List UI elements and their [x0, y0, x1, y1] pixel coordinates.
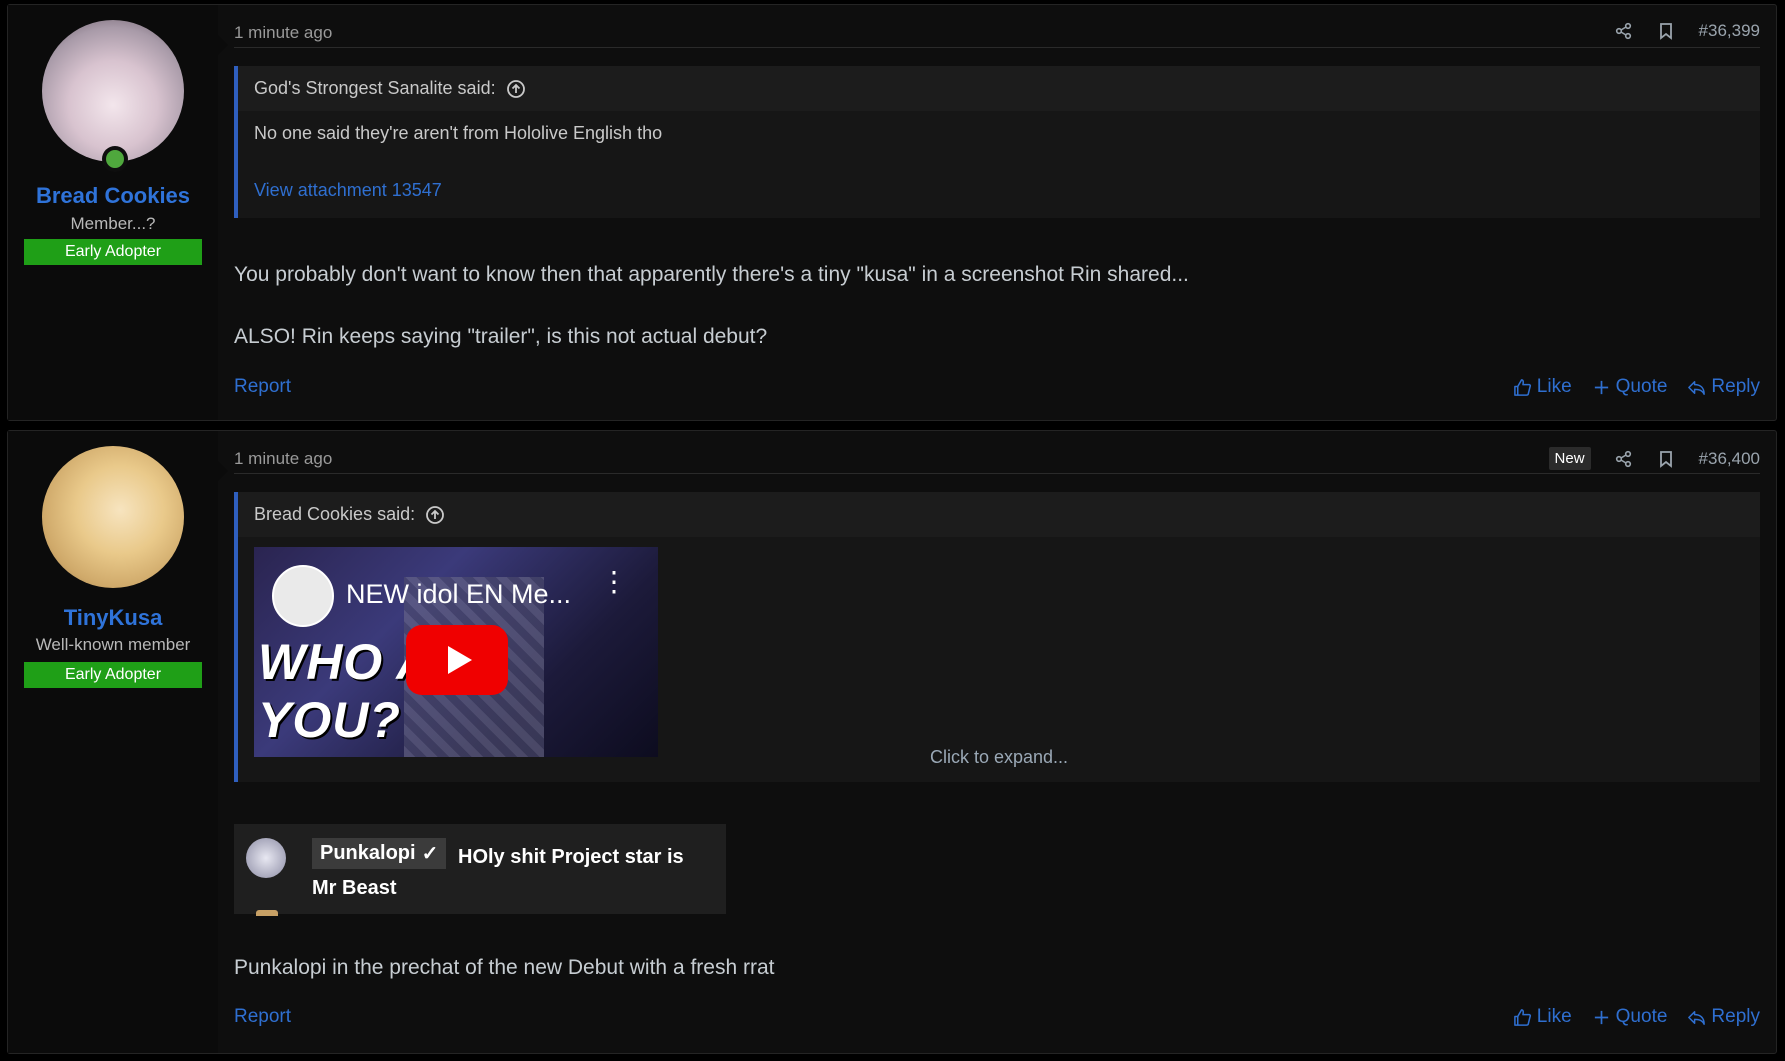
user-banner: Early Adopter — [24, 239, 202, 265]
play-icon[interactable] — [406, 625, 508, 695]
reply-icon — [1688, 1010, 1706, 1025]
quote-label: Quote — [1615, 1006, 1668, 1027]
chat-avatar — [246, 838, 286, 878]
youtube-video-embed[interactable]: NEW idol EN Me... ⋮ WHO ARE YOU? — [254, 547, 658, 757]
post-timestamp[interactable]: 1 minute ago — [234, 23, 332, 43]
quote-header: Bread Cookies said: — [238, 492, 1760, 537]
quote-text: No one said they're aren't from Hololive… — [254, 123, 663, 143]
reply-label: Reply — [1711, 376, 1760, 397]
username[interactable]: TinyKusa — [8, 605, 218, 631]
quote-header: God's Strongest Sanalite said: — [238, 66, 1760, 111]
share-icon[interactable] — [1615, 450, 1633, 468]
channel-avatar[interactable] — [272, 565, 334, 627]
quote-block: Bread Cookies said: NEW idol EN Me... ⋮ … — [234, 492, 1760, 782]
user-title: Well-known member — [35, 635, 191, 654]
quote-button[interactable]: Quote — [1592, 1006, 1668, 1028]
plus-icon — [1594, 380, 1608, 394]
post-timestamp[interactable]: 1 minute ago — [234, 449, 332, 469]
user-sidebar: Bread Cookies Member...? Early Adopter — [8, 5, 218, 420]
quote-label: Quote — [1615, 376, 1668, 397]
post-number[interactable]: #36,400 — [1699, 449, 1760, 469]
bookmark-icon[interactable] — [1657, 450, 1675, 468]
reply-button[interactable]: Reply — [1687, 1006, 1760, 1028]
post-header: 1 minute ago #36,399 — [234, 17, 1760, 48]
user-sidebar: TinyKusa Well-known member Early Adopter — [8, 431, 218, 1053]
reply-button[interactable]: Reply — [1687, 376, 1760, 398]
post-number[interactable]: #36,399 — [1699, 21, 1760, 41]
post-36399: Bread Cookies Member...? Early Adopter 1… — [7, 4, 1777, 421]
bookmark-icon[interactable] — [1657, 22, 1675, 40]
post-message-line: You probably don't want to know then tha… — [234, 263, 1189, 286]
thumbs-up-icon — [1513, 1008, 1531, 1026]
chat-username: Punkalopi ✓ — [312, 838, 447, 869]
click-to-expand[interactable]: Click to expand... — [238, 747, 1760, 768]
quote-author[interactable]: God's Strongest Sanalite said: — [254, 78, 496, 99]
report-link[interactable]: Report — [234, 376, 291, 398]
quote-author[interactable]: Bread Cookies said: — [254, 504, 415, 525]
avatar[interactable] — [42, 20, 184, 162]
post-header: 1 minute ago New #36,400 — [234, 443, 1760, 474]
chat-avatar-partial — [256, 910, 278, 916]
thumbs-up-icon — [1513, 378, 1531, 396]
sidebar-arrow — [218, 35, 228, 55]
like-label: Like — [1536, 1006, 1572, 1027]
sidebar-arrow — [218, 461, 228, 481]
new-badge: New — [1548, 447, 1591, 470]
post-message: Punkalopi in the prechat of the new Debu… — [234, 956, 775, 979]
post-message-line: ALSO! Rin keeps saying "trailer", is thi… — [234, 325, 768, 348]
report-link[interactable]: Report — [234, 1006, 291, 1028]
chat-username-text: Punkalopi — [320, 842, 416, 864]
plus-icon — [1594, 1010, 1608, 1024]
share-icon[interactable] — [1615, 22, 1633, 40]
online-status-icon — [102, 146, 128, 172]
user-banner: Early Adopter — [24, 662, 202, 688]
user-title: Member...? — [70, 214, 156, 233]
post-36400: TinyKusa Well-known member Early Adopter… — [7, 430, 1777, 1054]
verified-check-icon: ✓ — [421, 843, 439, 865]
attachment-link[interactable]: View attachment 13547 — [238, 180, 442, 201]
quote-button[interactable]: Quote — [1592, 376, 1668, 398]
avatar[interactable] — [42, 446, 184, 588]
arrow-up-circle-icon[interactable] — [506, 79, 526, 99]
more-options-icon[interactable]: ⋮ — [600, 568, 628, 596]
like-button[interactable]: Like — [1513, 376, 1572, 398]
username[interactable]: Bread Cookies — [8, 183, 218, 209]
like-button[interactable]: Like — [1513, 1006, 1572, 1028]
like-label: Like — [1536, 376, 1572, 397]
reply-icon — [1688, 380, 1706, 395]
quote-block: God's Strongest Sanalite said: No one sa… — [234, 66, 1760, 218]
chat-screenshot: HOly shit Project star is Mr Beast Punka… — [234, 824, 726, 916]
arrow-up-circle-icon[interactable] — [425, 505, 445, 525]
video-title[interactable]: NEW idol EN Me... — [346, 579, 571, 610]
reply-label: Reply — [1711, 1006, 1760, 1027]
